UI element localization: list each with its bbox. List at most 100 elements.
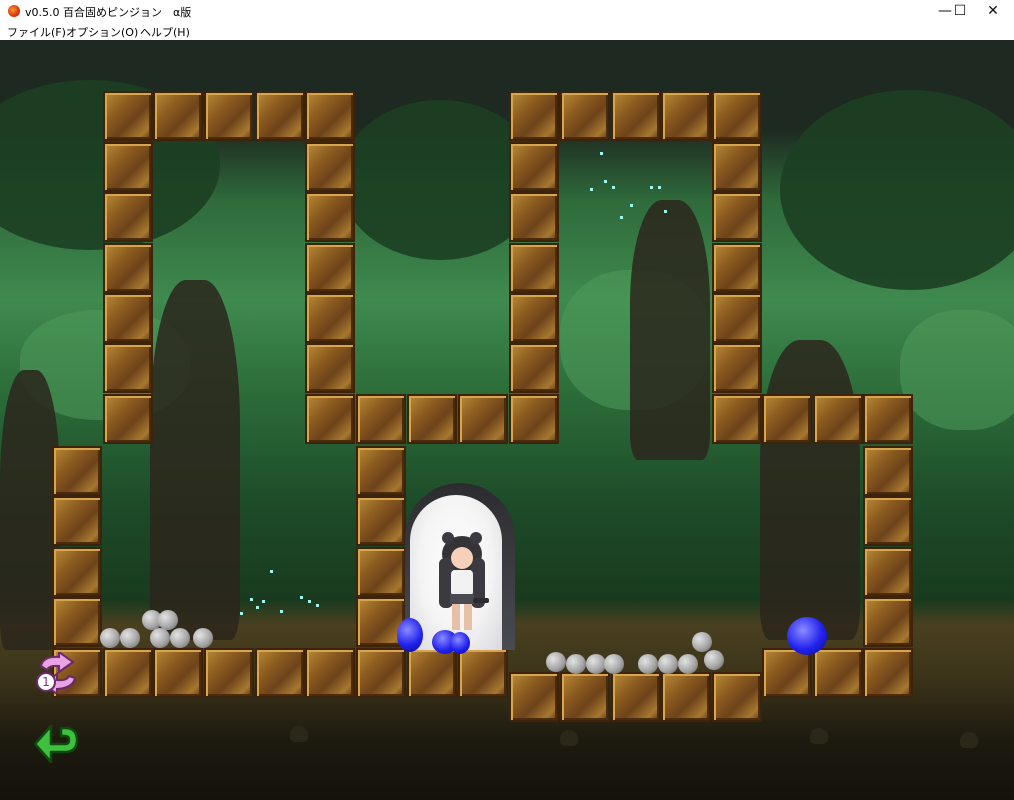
boulder xyxy=(546,652,566,672)
brick-block xyxy=(863,496,913,546)
brick-block xyxy=(356,547,406,597)
boulder xyxy=(704,650,724,670)
brick-block xyxy=(103,142,153,192)
ground-skull xyxy=(560,730,578,746)
brick-block xyxy=(305,394,355,444)
brick-block xyxy=(103,394,153,444)
tree-trunk xyxy=(760,340,860,640)
sparkle xyxy=(650,186,653,189)
brick-block xyxy=(762,648,812,698)
brick-block xyxy=(509,142,559,192)
brick-block xyxy=(407,648,457,698)
brick-block xyxy=(458,394,508,444)
brick-block xyxy=(305,243,355,293)
undo-icon[interactable] xyxy=(31,722,81,766)
ground-skull xyxy=(960,732,978,748)
brick-block xyxy=(255,648,305,698)
brick-block xyxy=(509,91,559,141)
blue-orb xyxy=(450,632,470,654)
title-bar: v0.5.0 百合固めピンジョン α版 — ☐ ✕ xyxy=(0,0,1014,22)
boulder xyxy=(658,654,678,674)
menu-bar: ファイル(F) オプション(O) ヘルプ(H) xyxy=(0,22,1014,40)
game-viewport[interactable]: 1 xyxy=(0,40,1014,800)
brick-block xyxy=(813,648,863,698)
brick-block xyxy=(204,648,254,698)
brick-block xyxy=(509,343,559,393)
window-title: v0.5.0 百合固めピンジョン α版 xyxy=(25,6,192,19)
boulder xyxy=(170,628,190,648)
sparkle xyxy=(600,152,603,155)
blue-orb xyxy=(397,618,423,652)
blue-orb xyxy=(787,617,827,655)
brick-block xyxy=(712,142,762,192)
brick-block xyxy=(103,192,153,242)
brick-block xyxy=(560,672,610,722)
brick-block xyxy=(52,547,102,597)
sparkle xyxy=(262,600,265,603)
brick-block xyxy=(356,648,406,698)
boulder xyxy=(120,628,140,648)
sparkle xyxy=(270,570,273,573)
maximize-button[interactable]: ☐ xyxy=(945,0,975,22)
brick-block xyxy=(305,91,355,141)
brick-block xyxy=(103,293,153,343)
brick-block xyxy=(611,91,661,141)
boulder xyxy=(158,610,178,630)
sparkle xyxy=(604,180,607,183)
sparkle xyxy=(280,610,283,613)
menu-options[interactable]: オプション(O) xyxy=(66,24,138,40)
boulder xyxy=(586,654,606,674)
brick-block xyxy=(103,343,153,393)
brick-block xyxy=(52,496,102,546)
brick-block xyxy=(712,672,762,722)
brick-block xyxy=(509,672,559,722)
sparkle xyxy=(240,612,243,615)
boulder xyxy=(678,654,698,674)
brick-block xyxy=(509,192,559,242)
sparkle xyxy=(256,606,259,609)
brick-block xyxy=(356,446,406,496)
brick-block xyxy=(305,293,355,343)
sparkle xyxy=(612,186,615,189)
brick-block xyxy=(863,597,913,647)
brick-block xyxy=(712,91,762,141)
brick-block xyxy=(560,91,610,141)
brick-block xyxy=(863,394,913,444)
brick-block xyxy=(305,142,355,192)
tree-trunk xyxy=(630,200,710,460)
swap-icon[interactable]: 1 xyxy=(33,652,83,694)
brick-block xyxy=(52,597,102,647)
brick-block xyxy=(356,496,406,546)
brick-block xyxy=(712,293,762,343)
brick-block xyxy=(153,91,203,141)
boulder xyxy=(100,628,120,648)
menu-file[interactable]: ファイル(F) xyxy=(7,24,66,40)
brick-block xyxy=(509,394,559,444)
sparkle xyxy=(308,600,311,603)
tree-trunk xyxy=(150,280,240,640)
brick-block xyxy=(661,91,711,141)
brick-block xyxy=(712,343,762,393)
sparkle xyxy=(620,216,623,219)
brick-block xyxy=(103,91,153,141)
brick-block xyxy=(661,672,711,722)
brick-block xyxy=(813,394,863,444)
boulder xyxy=(604,654,624,674)
brick-block xyxy=(255,91,305,141)
brick-block xyxy=(305,192,355,242)
sparkle xyxy=(664,210,667,213)
boulder xyxy=(638,654,658,674)
sparkle xyxy=(590,188,593,191)
brick-block xyxy=(611,672,661,722)
menu-help[interactable]: ヘルプ(H) xyxy=(140,24,190,40)
brick-block xyxy=(103,648,153,698)
brick-block xyxy=(712,243,762,293)
brick-block xyxy=(509,293,559,343)
swap-counter: 1 xyxy=(42,675,50,689)
brick-block xyxy=(863,547,913,597)
sparkle xyxy=(630,204,633,207)
brick-block xyxy=(712,394,762,444)
tree-trunk xyxy=(0,370,60,650)
close-button[interactable]: ✕ xyxy=(975,0,1011,22)
brick-block xyxy=(863,648,913,698)
